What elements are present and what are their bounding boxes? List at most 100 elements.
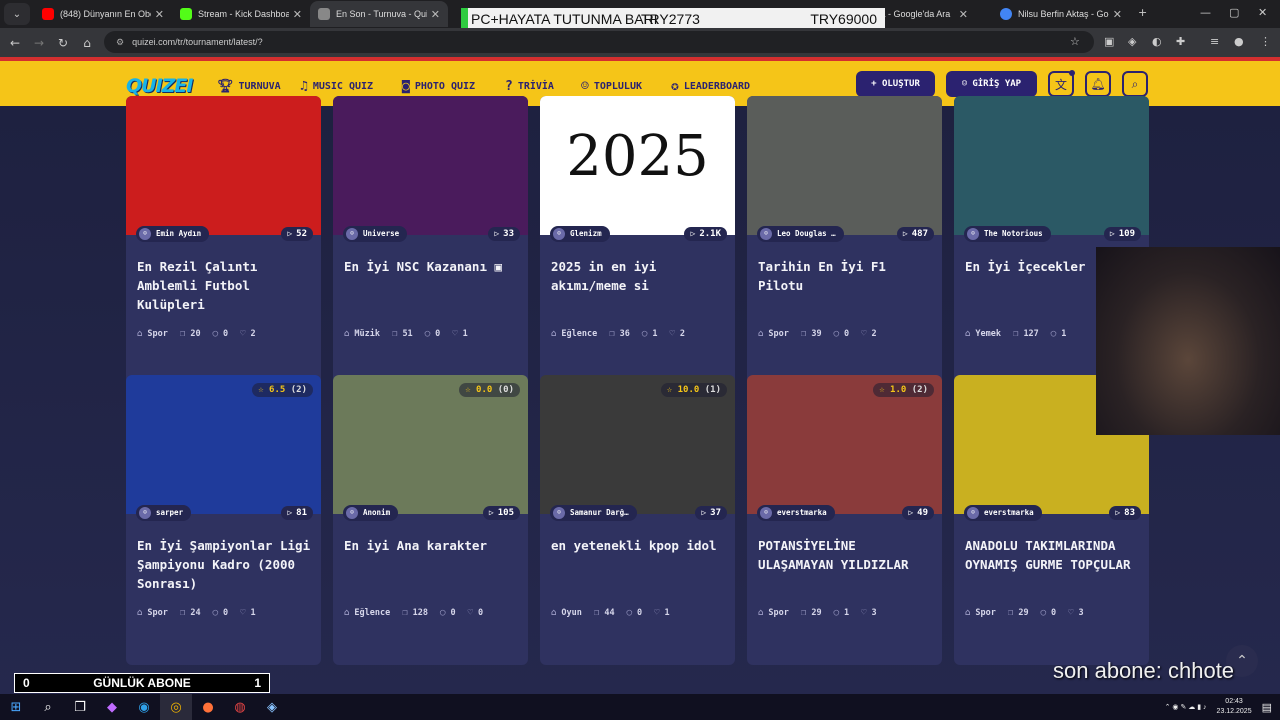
category[interactable]: ⌂ Spor bbox=[758, 608, 789, 618]
close-window-icon[interactable]: ✕ bbox=[1258, 6, 1267, 19]
category[interactable]: ⌂ Spor bbox=[758, 329, 789, 339]
category[interactable]: ⌂ Eğlence bbox=[344, 608, 390, 618]
nav-leaderboard[interactable]: ✪ LEADERBOARD bbox=[671, 77, 750, 95]
notifications-button[interactable]: 🔔︎ bbox=[1085, 71, 1111, 97]
forward-icon[interactable]: → bbox=[27, 36, 51, 50]
tournament-card[interactable]: ☆ 6.5 (2) ☺ sarper ▷ 81 En İyi Şampiyonlar Li… bbox=[126, 375, 321, 665]
close-icon[interactable]: ✕ bbox=[431, 8, 440, 21]
card-title[interactable]: En iyi Ana karakter bbox=[344, 536, 519, 555]
comments[interactable]: ◯ 0 bbox=[440, 608, 456, 618]
notification-icon[interactable]: ▤ bbox=[1262, 701, 1272, 714]
copilot-icon[interactable]: ◆ bbox=[96, 694, 128, 720]
nav-music-quiz[interactable]: ♫ MUSIC QUIZ bbox=[300, 77, 373, 95]
browser-tab[interactable]: Stream - Kick Dashboard ✕ bbox=[172, 1, 310, 27]
category[interactable]: ⌂ Eğlence bbox=[551, 329, 597, 339]
likes[interactable]: ♡ 0 bbox=[468, 608, 484, 618]
card-title[interactable]: En İyi Şampiyonlar Ligi Şampiyonu Kadro … bbox=[137, 536, 312, 593]
author-chip[interactable]: ☺ sarper bbox=[136, 504, 192, 521]
edge-icon[interactable]: ◉ bbox=[128, 694, 160, 720]
search-icon[interactable]: ⌕ bbox=[32, 694, 64, 720]
nav-photo-quiz[interactable]: ◙ PHOTO QUIZ bbox=[402, 77, 475, 95]
minimize-icon[interactable]: — bbox=[1200, 6, 1211, 19]
clock[interactable]: 02:43 23.12.2025 bbox=[1217, 697, 1252, 717]
card-title[interactable]: 2025 in en iyi akımı/meme si bbox=[551, 257, 726, 295]
browser-tab[interactable]: Nilsu Berfin Aktaş - Goog ✕ bbox=[992, 1, 1130, 27]
tournament-card[interactable]: 2025 ☺ Glenizm ▷ 2.1K 2025 in en iyi akımı/me… bbox=[540, 96, 735, 386]
likes[interactable]: ♡ 2 bbox=[861, 329, 877, 339]
firefox-icon[interactable]: ● bbox=[192, 694, 224, 720]
shield-icon[interactable]: ◈ bbox=[1128, 35, 1136, 48]
site-info-icon[interactable]: ⚙ bbox=[116, 37, 124, 48]
close-icon[interactable]: ✕ bbox=[293, 8, 302, 21]
tournament-card[interactable]: ☆ 10.0 (1) ☺ Samanur Darğ… ▷ 37 en yetenekli … bbox=[540, 375, 735, 665]
create-button[interactable]: + OLUŞTUR bbox=[856, 71, 935, 97]
close-icon[interactable]: ✕ bbox=[155, 8, 164, 21]
nav-topluluk[interactable]: ☺ TOPLULUK bbox=[581, 77, 642, 95]
windows-start-icon[interactable]: ⊞ bbox=[0, 694, 32, 720]
card-thumbnail[interactable]: ☆ 0.0 (0) bbox=[333, 375, 528, 514]
browser-tab[interactable]: (848) Dünyanın En Obez ✕ bbox=[34, 1, 172, 27]
likes[interactable]: ♡ 3 bbox=[861, 608, 877, 618]
card-thumbnail[interactable] bbox=[126, 96, 321, 235]
card-title[interactable]: en yetenekli kpop idol bbox=[551, 536, 726, 555]
comments[interactable]: ◯ 0 bbox=[1041, 608, 1057, 618]
author-chip[interactable]: ☺ Anonim bbox=[343, 504, 399, 521]
card-thumbnail[interactable]: ☆ 6.5 (2) bbox=[126, 375, 321, 514]
new-tab-icon[interactable]: + bbox=[1138, 6, 1147, 19]
close-icon[interactable]: ✕ bbox=[1113, 8, 1122, 21]
likes[interactable]: ♡ 1 bbox=[654, 608, 670, 618]
author-chip[interactable]: ☺ Universe bbox=[343, 225, 408, 242]
card-thumbnail[interactable] bbox=[747, 96, 942, 235]
author-chip[interactable]: ☺ Glenizm bbox=[550, 225, 610, 242]
card-thumbnail[interactable]: ☆ 1.0 (2) bbox=[747, 375, 942, 514]
tray-icons[interactable]: ⌃ ◉ ✎ ☁ ▮ ♪ bbox=[1165, 703, 1207, 711]
tournament-card[interactable]: ☺ Leo Douglas … ▷ 487 Tarihin En İyi F1 Pilo… bbox=[747, 96, 942, 386]
category[interactable]: ⌂ Spor bbox=[137, 329, 168, 339]
author-chip[interactable]: ☺ The Notorious bbox=[964, 225, 1051, 242]
card-title[interactable]: POTANSİYELİNE ULAŞAMAYAN YILDIZLAR bbox=[758, 536, 933, 574]
likes[interactable]: ♡ 3 bbox=[1068, 608, 1084, 618]
login-button[interactable]: ☺ GİRİŞ YAP bbox=[946, 71, 1037, 97]
card-title[interactable]: Tarihin En İyi F1 Pilotu bbox=[758, 257, 933, 295]
comments[interactable]: ◯ 1 bbox=[1051, 329, 1067, 339]
menu-icon[interactable]: ⋮ bbox=[1260, 35, 1271, 48]
extension-icon[interactable]: ▣ bbox=[1104, 35, 1114, 48]
task-view-icon[interactable]: ❐ bbox=[64, 694, 96, 720]
comments[interactable]: ◯ 0 bbox=[627, 608, 643, 618]
likes[interactable]: ♡ 2 bbox=[240, 329, 256, 339]
close-icon[interactable]: ✕ bbox=[959, 8, 968, 21]
tournament-card[interactable]: ☺ Universe ▷ 33 En İyi NSC Kazananı ▣ ⌂ Müzik ❐… bbox=[333, 96, 528, 386]
browser-tab-active[interactable]: En Son - Turnuva - Quizei ✕ bbox=[310, 1, 448, 27]
chrome-icon[interactable]: ◎ bbox=[160, 694, 192, 720]
bookmark-star-icon[interactable]: ☆ bbox=[1070, 35, 1080, 48]
site-logo[interactable]: QUIZEI bbox=[126, 75, 193, 97]
comments[interactable]: ◯ 0 bbox=[213, 608, 229, 618]
back-icon[interactable]: ← bbox=[3, 36, 27, 50]
puzzle-icon[interactable]: ✚ bbox=[1176, 35, 1185, 48]
card-thumbnail[interactable] bbox=[954, 96, 1149, 235]
tournament-card[interactable]: ☺ Emin Aydın ▷ 52 En Rezil Çalıntı Amblemli … bbox=[126, 96, 321, 386]
card-thumbnail[interactable] bbox=[333, 96, 528, 235]
author-chip[interactable]: ☺ Samanur Darğ… bbox=[550, 504, 637, 521]
comments[interactable]: ◯ 1 bbox=[834, 608, 850, 618]
profile-icon[interactable]: ● bbox=[1234, 35, 1244, 48]
card-title[interactable]: En Rezil Çalıntı Amblemli Futbol Kulüple… bbox=[137, 257, 312, 314]
likes[interactable]: ♡ 2 bbox=[669, 329, 685, 339]
extension-icon[interactable]: ◐ bbox=[1152, 35, 1162, 48]
reload-icon[interactable]: ↻ bbox=[51, 36, 75, 50]
tournament-card[interactable]: ☆ 1.0 (2) ☺ everstmarka ▷ 49 POTANSİYELİNE UL… bbox=[747, 375, 942, 665]
comments[interactable]: ◯ 0 bbox=[213, 329, 229, 339]
author-chip[interactable]: ☺ Leo Douglas … bbox=[757, 225, 844, 242]
card-title[interactable]: ANADOLU TAKIMLARINDA OYNAMIŞ GURME TOPÇU… bbox=[965, 536, 1140, 574]
card-title[interactable]: En İyi NSC Kazananı ▣ bbox=[344, 257, 519, 276]
category[interactable]: ⌂ Spor bbox=[965, 608, 996, 618]
category[interactable]: ⌂ Oyun bbox=[551, 608, 582, 618]
card-thumbnail[interactable]: 2025 bbox=[540, 96, 735, 235]
category[interactable]: ⌂ Müzik bbox=[344, 329, 380, 339]
comments[interactable]: ◯ 0 bbox=[425, 329, 441, 339]
likes[interactable]: ♡ 1 bbox=[452, 329, 468, 339]
tournament-card[interactable]: ☆ 0.0 (0) ☺ Anonim ▷ 105 En iyi Ana karakter ⌂… bbox=[333, 375, 528, 665]
home-icon[interactable]: ⌂ bbox=[75, 36, 99, 50]
comments[interactable]: ◯ 1 bbox=[642, 329, 658, 339]
url-input[interactable]: ⚙ quizei.com/tr/tournament/latest/? bbox=[104, 31, 1094, 53]
